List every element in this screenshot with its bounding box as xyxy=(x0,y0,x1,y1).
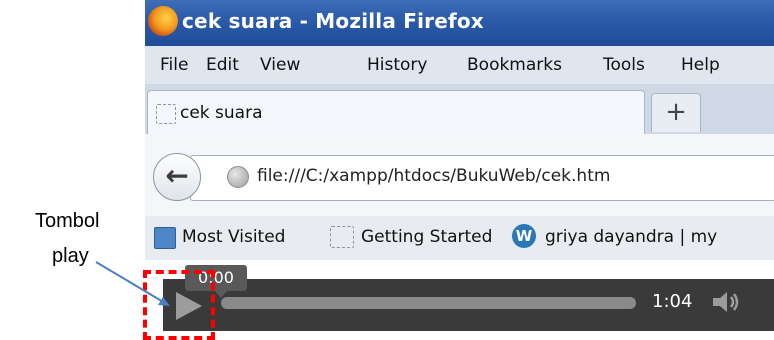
folder-star-icon xyxy=(154,227,176,249)
progress-bar[interactable] xyxy=(221,297,636,309)
url-text[interactable]: file:///C:/xampp/htdocs/BukuWeb/cek.htm xyxy=(257,166,610,186)
tooltip-tail xyxy=(214,290,228,298)
menu-file[interactable]: File xyxy=(160,55,188,75)
menu-help[interactable]: Help xyxy=(681,55,720,75)
globe-icon xyxy=(227,166,249,188)
menu-edit[interactable]: Edit xyxy=(206,55,239,75)
new-tab-button[interactable]: + xyxy=(651,93,701,132)
window-title: cek suara - Mozilla Firefox xyxy=(182,9,484,33)
bookmark-getting-started[interactable]: Getting Started xyxy=(361,227,492,247)
firefox-logo-icon xyxy=(148,6,178,36)
menu-history[interactable]: History xyxy=(367,55,427,75)
blank-page-icon xyxy=(156,104,176,124)
annotation-line2: play xyxy=(52,245,89,267)
wordpress-icon: W xyxy=(512,224,536,248)
menu-bar xyxy=(145,46,774,84)
blank-page-icon xyxy=(330,226,354,248)
highlight-box xyxy=(143,270,215,340)
back-button[interactable]: ← xyxy=(153,153,201,201)
menu-view[interactable]: View xyxy=(260,55,300,75)
annotation-line1: Tombol xyxy=(35,210,100,232)
menu-bookmarks[interactable]: Bookmarks xyxy=(467,55,562,75)
bookmark-griya-dayandra[interactable]: griya dayandra | my xyxy=(545,227,717,247)
menu-tools[interactable]: Tools xyxy=(603,55,645,75)
tab-label: cek suara xyxy=(180,103,263,123)
bookmark-most-visited[interactable]: Most Visited xyxy=(182,227,285,247)
volume-icon[interactable] xyxy=(711,289,741,315)
duration-label: 1:04 xyxy=(652,291,693,312)
